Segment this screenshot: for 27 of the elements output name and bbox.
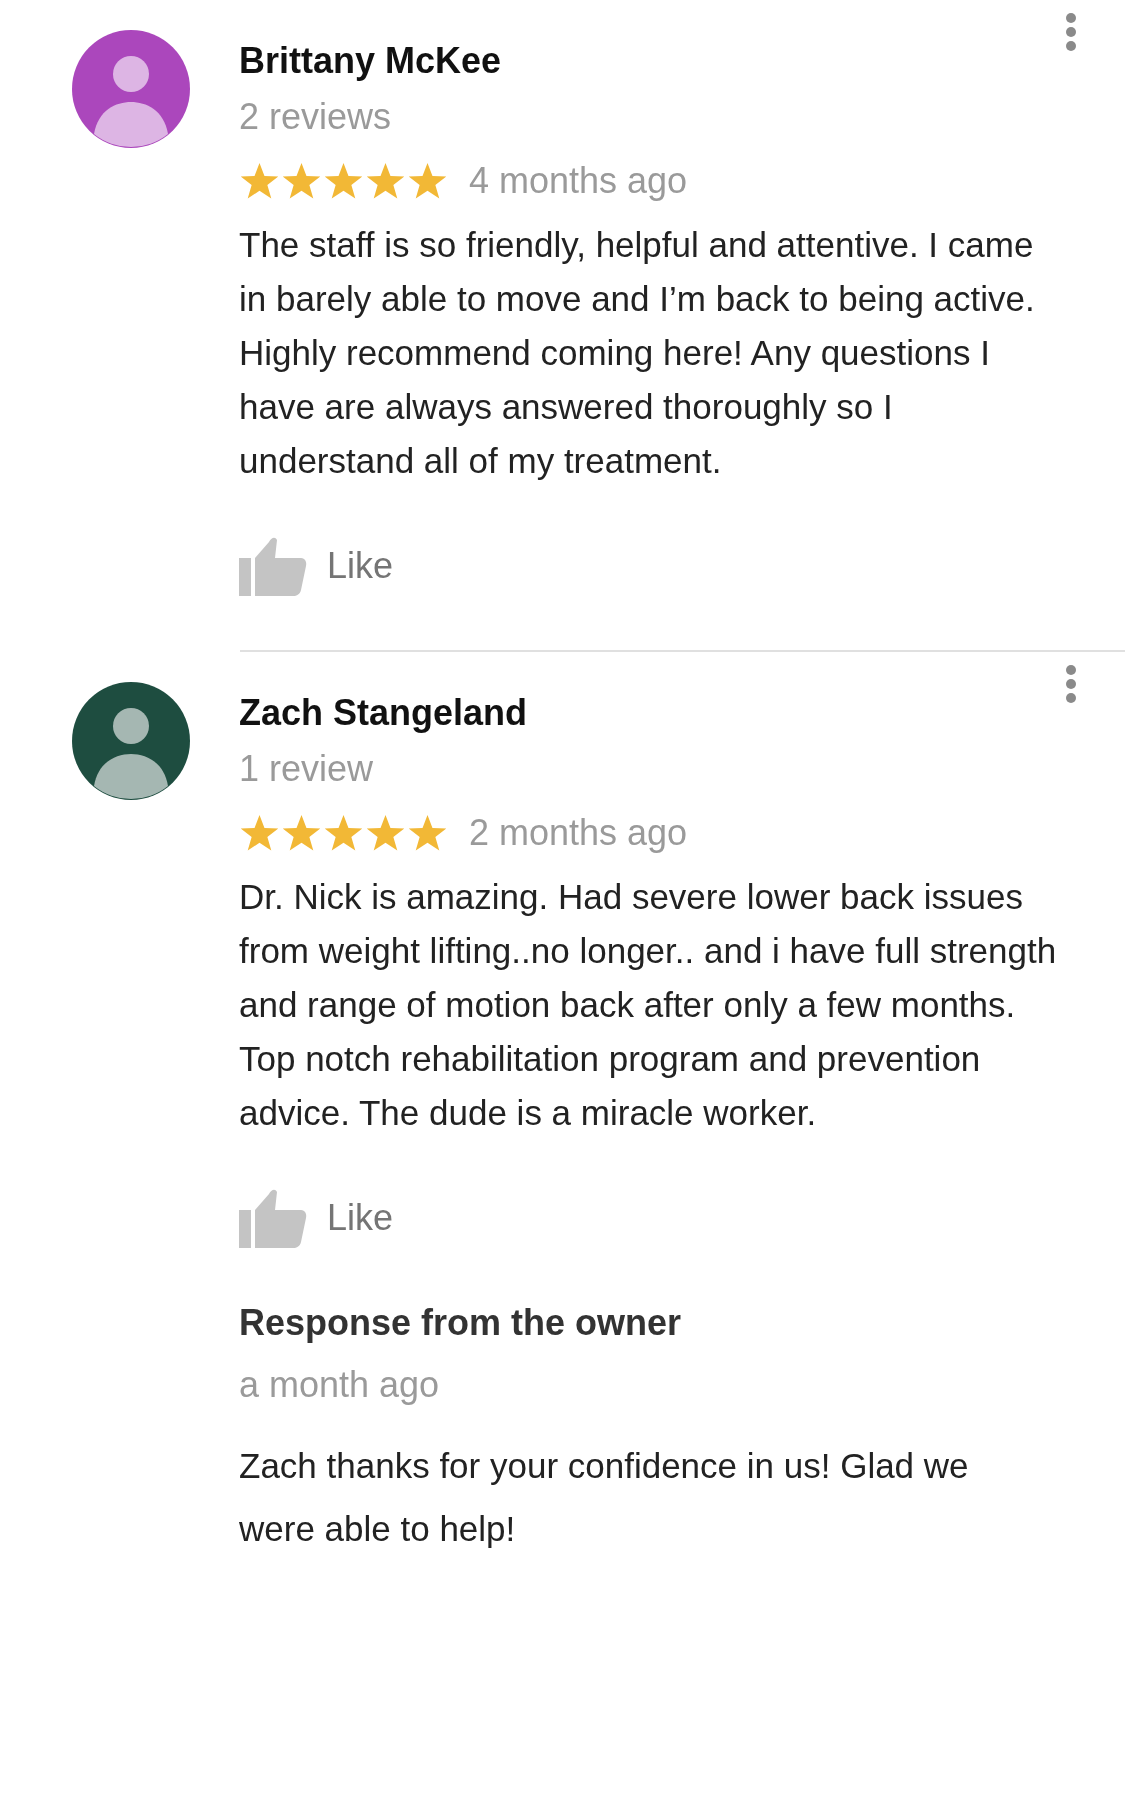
review-text: The staff is so friendly, helpful and attentive. I came in barely able to move and I’m back to being active. Highly recommend coming here! Any questions I have are always answered thoroughly so I understand all of my treatment. xyxy=(239,224,1036,482)
thumbs-up-icon xyxy=(239,536,307,596)
star-icon xyxy=(281,813,322,853)
star-icon xyxy=(281,161,322,201)
review-text: Dr. Nick is amazing. Had severe lower back issues from weight lifting..no longer.. and i have full strength and range of motion back after only a few months. Top notch rehabilitation program and prevention advice. The dude is a miracle worker. xyxy=(239,876,1058,1134)
review-time: 4 months ago xyxy=(469,159,688,203)
star-icon xyxy=(407,161,448,201)
star-icon xyxy=(365,813,406,853)
star-icon xyxy=(239,161,280,201)
star-icon xyxy=(407,813,448,853)
like-button[interactable]: Like xyxy=(239,1188,394,1248)
thumbs-up-icon xyxy=(239,1188,307,1248)
response-title: Response from the owner xyxy=(239,1301,683,1345)
review-count: 2 reviews xyxy=(239,95,393,139)
star-icon xyxy=(323,813,364,853)
review-count: 1 review xyxy=(239,747,375,791)
response-time: a month ago xyxy=(239,1363,441,1407)
star-icon xyxy=(365,161,406,201)
like-button[interactable]: Like xyxy=(239,536,394,596)
star-icon xyxy=(323,161,364,201)
response-text: Zach thanks for your confidence in us! Glad we were able to help! xyxy=(239,1445,970,1550)
reviewer-name: Brittany McKee xyxy=(239,39,502,83)
more-options-icon[interactable] xyxy=(1065,12,1077,54)
star-icon xyxy=(239,813,280,853)
review-time: 2 months ago xyxy=(469,811,688,855)
more-options-icon[interactable] xyxy=(1065,664,1077,706)
reviewer-name: Zach Stangeland xyxy=(239,691,528,735)
